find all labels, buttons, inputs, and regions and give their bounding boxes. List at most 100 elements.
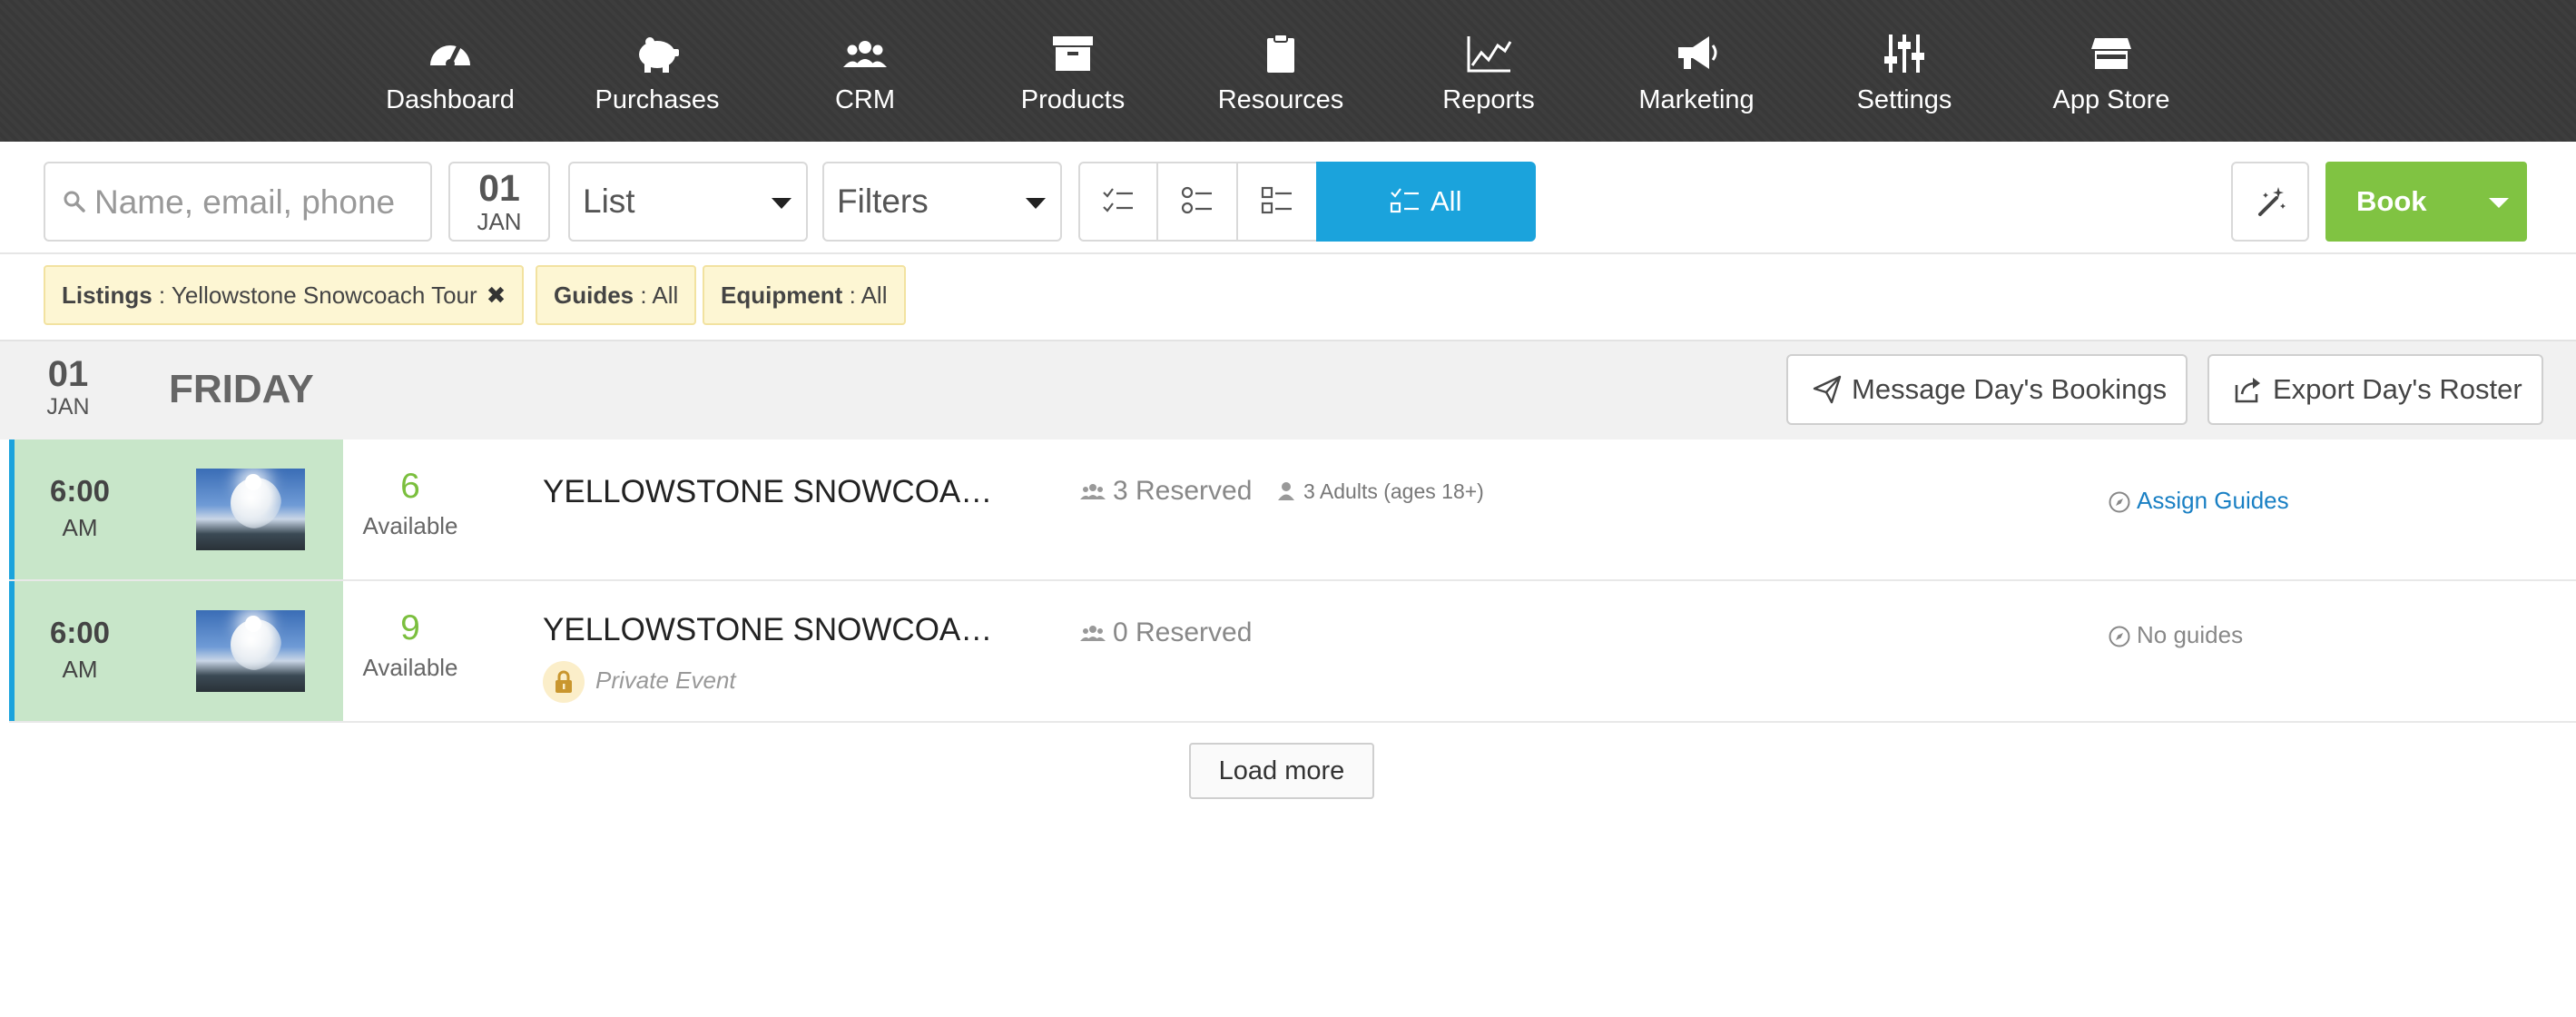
user-icon <box>1278 482 1294 500</box>
available-count: 6 <box>400 467 420 506</box>
tour-thumbnail <box>196 469 305 550</box>
no-guides-label: No guides <box>2108 621 2243 649</box>
view-select-value: List <box>583 183 635 220</box>
tour-thumbnail <box>196 610 305 692</box>
slot-time-cell: 6:00 AM <box>9 439 343 579</box>
message-days-bookings-button[interactable]: Message Day's Bookings <box>1786 354 2188 425</box>
caret-down-icon <box>2489 198 2509 208</box>
reserved-count: 3 Reserved <box>1080 476 1252 507</box>
checklist-unchecked-icon <box>1261 186 1292 214</box>
nav-app-store[interactable]: App Store <box>2020 0 2202 142</box>
day-date-month: JAN <box>46 394 90 420</box>
checklist-circles-icon <box>1181 186 1212 214</box>
nav-dashboard[interactable]: Dashboard <box>359 0 541 142</box>
lock-icon <box>543 661 585 703</box>
nav-settings[interactable]: Settings <box>1814 0 1995 142</box>
book-button[interactable]: Book <box>2325 162 2527 242</box>
book-button-label: Book <box>2356 185 2427 217</box>
available-count: 9 <box>400 608 420 647</box>
store-icon <box>2084 29 2138 78</box>
available-label: Available <box>362 654 458 681</box>
nav-products[interactable]: Products <box>982 0 1164 142</box>
nav-label: CRM <box>834 85 896 114</box>
adults-count: 3 Adults (ages 18+) <box>1276 479 1484 504</box>
nav-marketing[interactable]: Marketing <box>1606 0 1787 142</box>
booking-slot-row[interactable]: 6:00 AM 6 Available YELLOWSTONE SNOWCOAC… <box>9 439 2576 581</box>
segment-all-label: All <box>1431 185 1462 217</box>
active-filters: Listings : Yellowstone Snowcoach Tour ✖ G… <box>0 254 2576 340</box>
sliders-icon <box>1877 29 1932 78</box>
users-group-icon <box>1080 626 1106 641</box>
date-month: JAN <box>477 208 522 235</box>
slot-ampm: AM <box>62 514 98 541</box>
chip-value: Yellowstone Snowcoach Tour <box>171 281 477 309</box>
nav-label: Products <box>1020 85 1126 114</box>
date-picker[interactable]: 01 JAN <box>448 162 550 242</box>
nav-label: Marketing <box>1638 85 1755 114</box>
caret-down-icon <box>772 198 791 209</box>
reserved-text: 0 Reserved <box>1113 617 1253 647</box>
day-date-number: 01 <box>47 354 89 394</box>
nav-label: Dashboard <box>386 85 515 114</box>
compass-icon <box>2109 491 2130 513</box>
search-box[interactable] <box>44 162 432 242</box>
export-share-icon <box>2235 378 2260 403</box>
remove-chip-icon[interactable]: ✖ <box>487 267 506 323</box>
chip-equipment[interactable]: Equipment : All <box>703 265 906 325</box>
magic-wand-icon <box>2258 187 2286 216</box>
nav-label: Settings <box>1856 85 1952 114</box>
chip-value: All <box>652 281 679 309</box>
book-dropdown-toggle[interactable] <box>2471 162 2527 242</box>
private-event-text: Private Event <box>595 666 736 694</box>
nav-purchases[interactable]: Purchases <box>566 0 748 142</box>
chip-key: Listings <box>62 281 152 309</box>
nav-label: Reports <box>1442 85 1535 114</box>
assign-guides-text: Assign Guides <box>2137 487 2289 514</box>
slot-time: 6:00 <box>49 474 111 508</box>
nav-resources[interactable]: Resources <box>1190 0 1372 142</box>
booking-slot-row[interactable]: 6:00 AM 9 Available YELLOWSTONE SNOWCOAC… <box>9 581 2576 723</box>
compass-icon <box>2109 626 2130 647</box>
private-event-label: Private Event <box>543 661 736 703</box>
load-more-button[interactable]: Load more <box>1189 743 1374 799</box>
view-select[interactable]: List <box>568 162 808 242</box>
day-header: 01 JAN FRIDAY Message Day's Bookings Exp… <box>0 340 2576 439</box>
filters-select[interactable]: Filters <box>822 162 1062 242</box>
nav-label: Purchases <box>595 85 720 114</box>
message-button-label: Message Day's Bookings <box>1852 373 2168 405</box>
slot-time-cell: 6:00 AM <box>9 581 343 721</box>
export-days-roster-button[interactable]: Export Day's Roster <box>2207 354 2543 425</box>
checklist-all-icon <box>1390 188 1419 213</box>
nav-label: App Store <box>2052 85 2170 114</box>
export-button-label: Export Day's Roster <box>2273 373 2522 405</box>
assign-guides-link[interactable]: Assign Guides <box>2108 487 2289 515</box>
search-input[interactable] <box>94 176 421 229</box>
top-navigation: Dashboard Purchases CRM Products Resourc… <box>0 0 2576 142</box>
nav-crm[interactable]: CRM <box>774 0 956 142</box>
chip-key: Guides <box>554 281 634 309</box>
dashboard-gauge-icon <box>423 29 477 78</box>
reserved-count: 0 Reserved <box>1080 617 1252 648</box>
megaphone-icon <box>1669 29 1724 78</box>
tour-title[interactable]: YELLOWSTONE SNOWCOACH TOUR <box>543 474 1015 510</box>
segment-checked[interactable] <box>1078 162 1158 242</box>
clipboard-icon <box>1254 29 1308 78</box>
magic-wand-button[interactable] <box>2231 162 2309 242</box>
nav-reports[interactable]: Reports <box>1398 0 1579 142</box>
segment-partial[interactable] <box>1156 162 1238 242</box>
tour-title[interactable]: YELLOWSTONE SNOWCOACH TOUR <box>543 612 1015 648</box>
nav-label: Resources <box>1217 85 1344 114</box>
caret-down-icon <box>1026 198 1046 209</box>
line-chart-icon <box>1461 29 1516 78</box>
chip-guides[interactable]: Guides : All <box>536 265 697 325</box>
segment-all[interactable]: All <box>1316 162 1536 242</box>
piggy-bank-icon <box>630 29 684 78</box>
segment-unchecked[interactable] <box>1236 162 1318 242</box>
available-label: Available <box>362 512 458 539</box>
date-day: 01 <box>478 167 520 209</box>
checklist-checked-icon <box>1103 188 1133 212</box>
chip-listings[interactable]: Listings : Yellowstone Snowcoach Tour ✖ <box>44 265 525 325</box>
search-icon <box>64 191 85 212</box>
chip-key: Equipment <box>721 281 843 309</box>
reserved-text: 3 Reserved <box>1113 476 1253 506</box>
